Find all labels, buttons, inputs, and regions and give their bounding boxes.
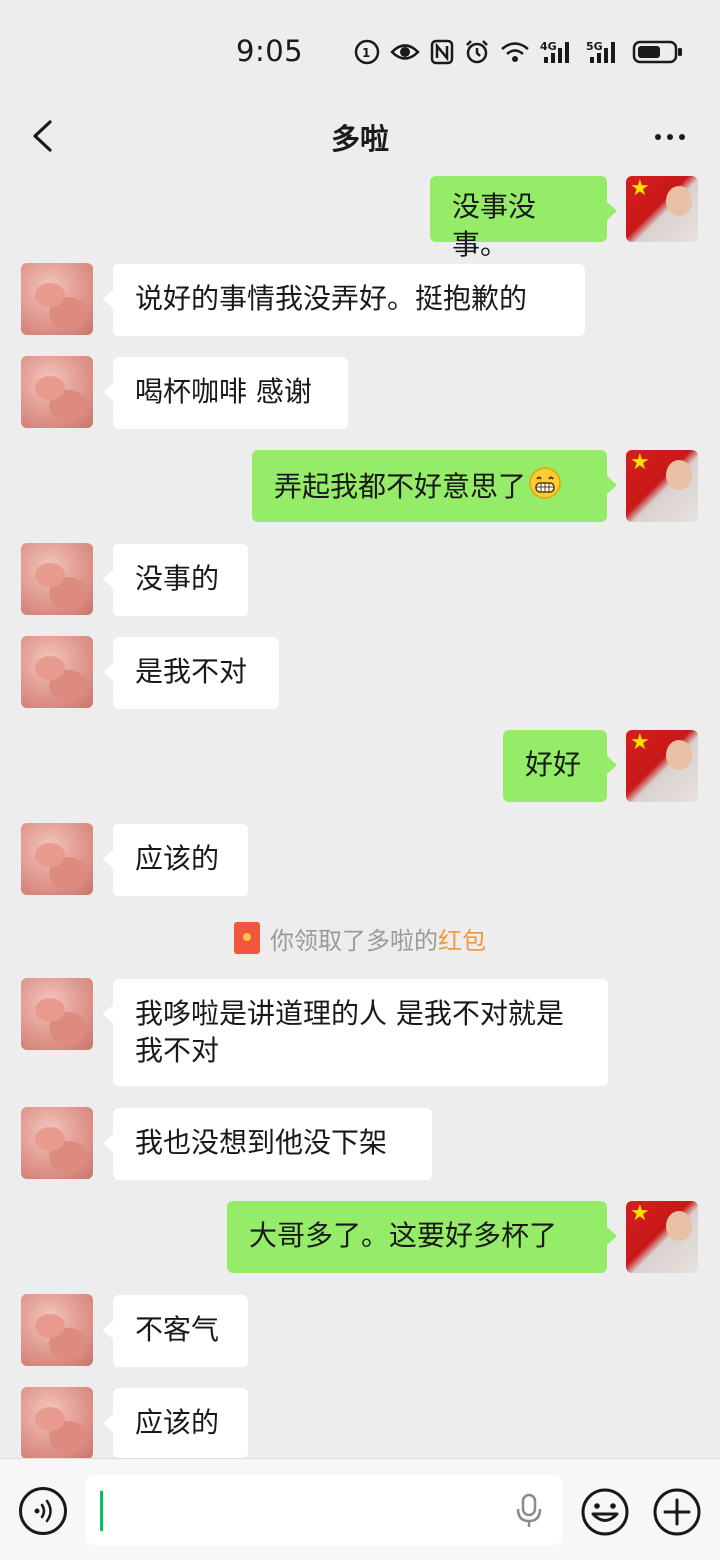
avatar-face — [666, 740, 692, 770]
self-avatar[interactable]: ★ — [626, 730, 698, 802]
contact-avatar[interactable] — [21, 263, 93, 335]
message-text: 弄起我都不好意思了 — [274, 470, 527, 503]
star-icon: ★ — [630, 450, 650, 475]
net1-label: 4G — [540, 40, 557, 53]
contact-avatar[interactable] — [21, 543, 93, 615]
message-bubble[interactable]: 说好的事情我没弄好。挺抱歉的 — [103, 264, 585, 336]
red-packet-link[interactable]: 红包 — [438, 921, 486, 956]
more-dot — [667, 134, 673, 140]
svg-text:1: 1 — [362, 46, 370, 60]
status-bar: 9:05 1 4G 5G — [0, 0, 720, 100]
hd-call-icon: 1 — [354, 37, 380, 67]
contact-avatar[interactable] — [21, 823, 93, 895]
self-avatar[interactable]: ★ — [626, 176, 698, 242]
status-time: 9:05 — [236, 34, 304, 68]
voice-input-button[interactable] — [19, 1487, 67, 1535]
signal-5g-icon: 5G — [586, 37, 622, 67]
message-bubble[interactable]: 我哆啦是讲道理的人 是我不对就是我不对 — [103, 979, 608, 1086]
plus-button[interactable] — [652, 1487, 702, 1537]
self-avatar[interactable]: ★ — [626, 1201, 698, 1273]
voice-wave-icon — [34, 1499, 52, 1523]
net2-label: 5G — [586, 40, 603, 53]
emoji-button[interactable] — [580, 1487, 630, 1537]
contact-avatar[interactable] — [21, 1294, 93, 1366]
message-bubble[interactable]: 喝杯咖啡 感谢 — [103, 357, 348, 429]
message-bubble[interactable]: 好好 — [503, 730, 617, 802]
contact-avatar[interactable] — [21, 1387, 93, 1459]
battery-icon — [632, 37, 684, 67]
wifi-icon — [500, 37, 530, 67]
contact-avatar[interactable] — [21, 978, 93, 1050]
status-icons: 1 4G 5G — [354, 36, 684, 68]
alarm-icon — [464, 37, 490, 67]
message-bubble[interactable]: 是我不对 — [103, 637, 279, 709]
message-bubble[interactable]: 没事的 — [103, 544, 248, 616]
avatar-face — [666, 186, 692, 216]
eye-icon — [390, 37, 420, 67]
system-note-text: 你领取了多啦的 — [270, 926, 438, 955]
message-bubble[interactable]: 弄起我都不好意思了 — [252, 450, 617, 522]
message-bubble[interactable]: 应该的 — [103, 824, 248, 896]
message-bubble[interactable]: 大哥多了。这要好多杯了 — [227, 1201, 617, 1273]
title-bar: 多啦 — [0, 100, 720, 178]
message-bubble[interactable]: 应该的 — [103, 1388, 248, 1458]
signal-4g-icon: 4G — [540, 37, 576, 67]
microphone-icon[interactable] — [514, 1493, 544, 1529]
chat-title: 多啦 — [330, 122, 389, 156]
system-note: 你领取了多啦的 红包 — [0, 920, 720, 956]
message-bubble[interactable]: 没事没事。 — [430, 176, 617, 261]
message-bubble[interactable]: 不客气 — [103, 1295, 248, 1367]
star-icon: ★ — [630, 1201, 650, 1226]
grin-emoji-icon — [528, 466, 562, 510]
avatar-face — [666, 1211, 692, 1241]
nfc-icon — [430, 37, 454, 67]
avatar-face — [666, 460, 692, 490]
contact-avatar[interactable] — [21, 636, 93, 708]
contact-avatar[interactable] — [21, 1107, 93, 1179]
self-avatar[interactable]: ★ — [626, 450, 698, 522]
message-input[interactable] — [86, 1475, 562, 1545]
message-bubble[interactable]: 我也没想到他没下架 — [103, 1108, 432, 1180]
star-icon: ★ — [630, 176, 650, 201]
red-packet-icon — [234, 922, 260, 954]
star-icon: ★ — [630, 730, 650, 755]
contact-avatar[interactable] — [21, 356, 93, 428]
text-cursor — [100, 1491, 103, 1531]
more-dots-icon — [655, 134, 661, 140]
input-bar — [0, 1458, 720, 1560]
more-button[interactable] — [650, 120, 690, 154]
more-dot — [679, 134, 685, 140]
